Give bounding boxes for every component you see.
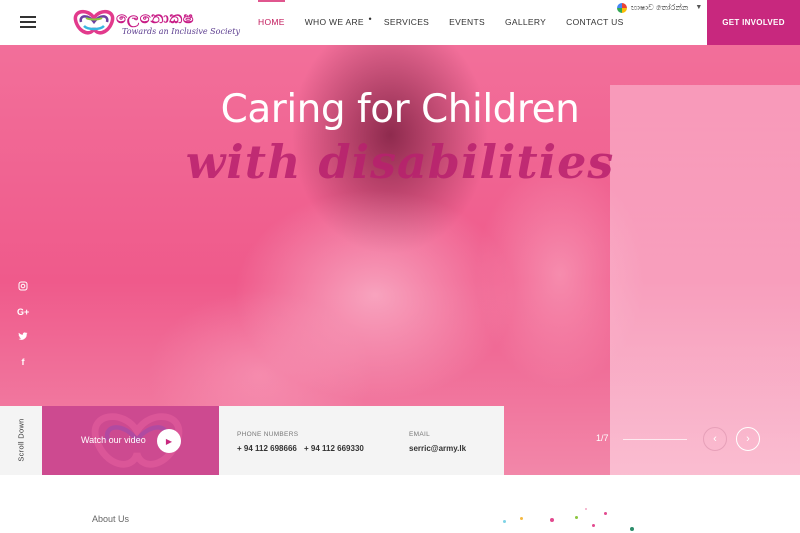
logo-mark-icon	[73, 9, 115, 35]
twitter-icon[interactable]	[17, 331, 29, 343]
slide-progress-line	[623, 439, 687, 440]
confetti-dot	[503, 520, 506, 523]
email-link[interactable]: serric@army.lk	[409, 444, 466, 453]
watch-video-label: Watch our video	[81, 435, 146, 445]
language-selector[interactable]: භාෂාව තෝරන්න ▼	[617, 1, 702, 14]
site-header: ලෙනොකෂ Towards an Inclusive Society HOME…	[0, 0, 800, 45]
language-selector-label: භාෂාව තෝරන්න	[631, 2, 689, 12]
chevron-left-icon: ‹	[713, 433, 717, 445]
nav-services[interactable]: SERVICES	[374, 0, 439, 45]
logo-text: ලෙනොකෂ	[116, 8, 195, 27]
social-links: G+ f	[17, 281, 29, 381]
nav-events[interactable]: EVENTS	[439, 0, 495, 45]
phone-number-2[interactable]: + 94 112 669330	[304, 444, 364, 453]
scroll-down-link[interactable]: Scroll Down	[0, 406, 42, 475]
confetti-dot	[575, 516, 578, 519]
main-nav: HOME WHO WE ARE • SERVICES EVENTS GALLER…	[248, 0, 634, 45]
confetti-dot	[630, 527, 634, 531]
nav-who-we-are[interactable]: WHO WE ARE •	[295, 0, 374, 45]
facebook-icon[interactable]: f	[17, 356, 29, 368]
slider-next-button[interactable]: ›	[736, 427, 760, 451]
slider-prev-button[interactable]: ‹	[703, 427, 727, 451]
dropdown-dot-icon: •	[368, 14, 372, 24]
play-icon: ▶	[157, 429, 181, 453]
confetti-dot	[550, 518, 554, 522]
nav-home[interactable]: HOME	[248, 0, 295, 45]
chevron-right-icon: ›	[746, 433, 750, 445]
confetti-dot	[592, 524, 595, 527]
hero-title: Caring for Children	[220, 87, 580, 132]
scroll-down-label: Scroll Down	[16, 418, 26, 462]
confetti-dot	[585, 508, 587, 510]
nav-who-we-are-label: WHO WE ARE	[304, 17, 364, 27]
confetti-dot	[604, 512, 607, 515]
slide-counter: 1/7	[596, 433, 609, 443]
confetti-dot	[520, 517, 523, 520]
logo-tagline: Towards an Inclusive Society	[122, 27, 240, 36]
hero-subtitle: with disabilities	[185, 135, 615, 189]
phone-label: PHONE NUMBERS	[237, 431, 299, 438]
dropdown-arrow-icon: ▼	[695, 4, 703, 11]
site-logo[interactable]: ලෙනොකෂ Towards an Inclusive Society	[70, 6, 240, 40]
email-label: EMAIL	[409, 431, 431, 438]
nav-gallery[interactable]: GALLERY	[495, 0, 556, 45]
menu-icon[interactable]	[20, 16, 36, 28]
watch-video-button[interactable]: Watch our video ▶	[42, 406, 219, 475]
google-plus-icon[interactable]: G+	[17, 306, 29, 318]
google-icon	[617, 2, 627, 13]
instagram-icon[interactable]	[17, 281, 29, 293]
phone-number-1[interactable]: + 94 112 698666	[237, 444, 297, 453]
get-involved-button[interactable]: GET INVOLVED	[707, 0, 800, 45]
contact-info: PHONE NUMBERS + 94 112 698666 + 94 112 6…	[219, 406, 504, 475]
about-us-heading: About Us	[92, 514, 130, 524]
